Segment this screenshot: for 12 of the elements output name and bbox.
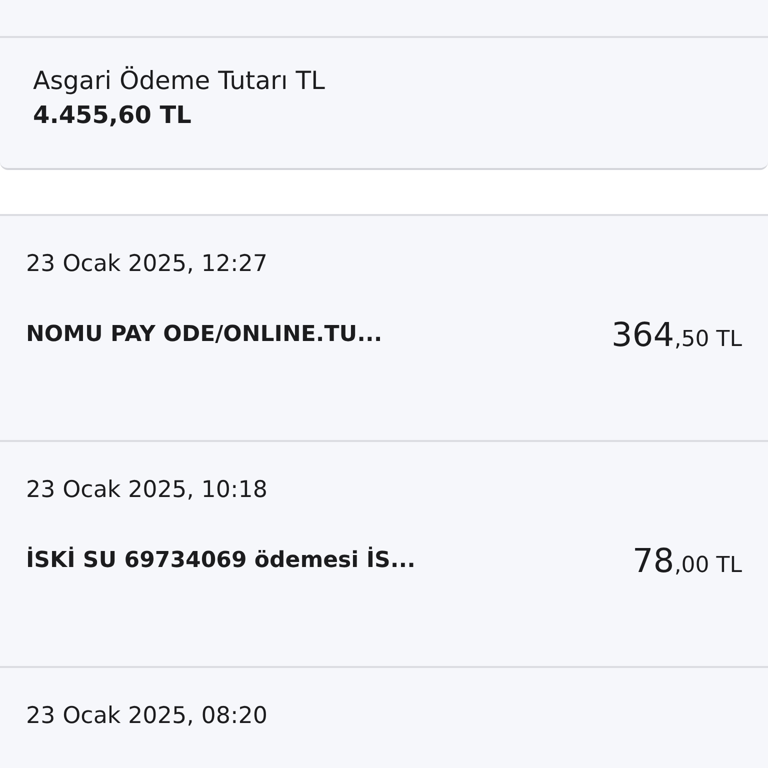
transaction-date: 23 Ocak 2025, 08:20 xyxy=(26,702,268,731)
transaction-row[interactable]: 23 Ocak 2025, 08:20 xyxy=(0,666,768,768)
transaction-description: İSKİ SU 69734069 ödemesi İS... xyxy=(26,546,416,576)
transaction-date: 23 Ocak 2025, 10:18 xyxy=(26,476,268,505)
transaction-row[interactable]: 23 Ocak 2025, 10:18 İSKİ SU 69734069 ödemesi İS... 78,00 TL xyxy=(0,440,768,666)
transaction-date: 23 Ocak 2025, 12:27 xyxy=(26,250,268,279)
transaction-description: NOMU PAY ODE/ONLINE.TU... xyxy=(26,321,382,350)
summary-value: 4.455,60 TL xyxy=(33,100,192,131)
transaction-amount: 78,00 TL xyxy=(632,540,742,582)
transaction-amount: 364,50 TL xyxy=(611,314,742,356)
summary-label: Asgari Ödeme Tutarı TL xyxy=(33,65,326,97)
transaction-row[interactable]: 23 Ocak 2025, 12:27 NOMU PAY ODE/ONLINE.TU... 364,50 TL xyxy=(0,214,768,440)
